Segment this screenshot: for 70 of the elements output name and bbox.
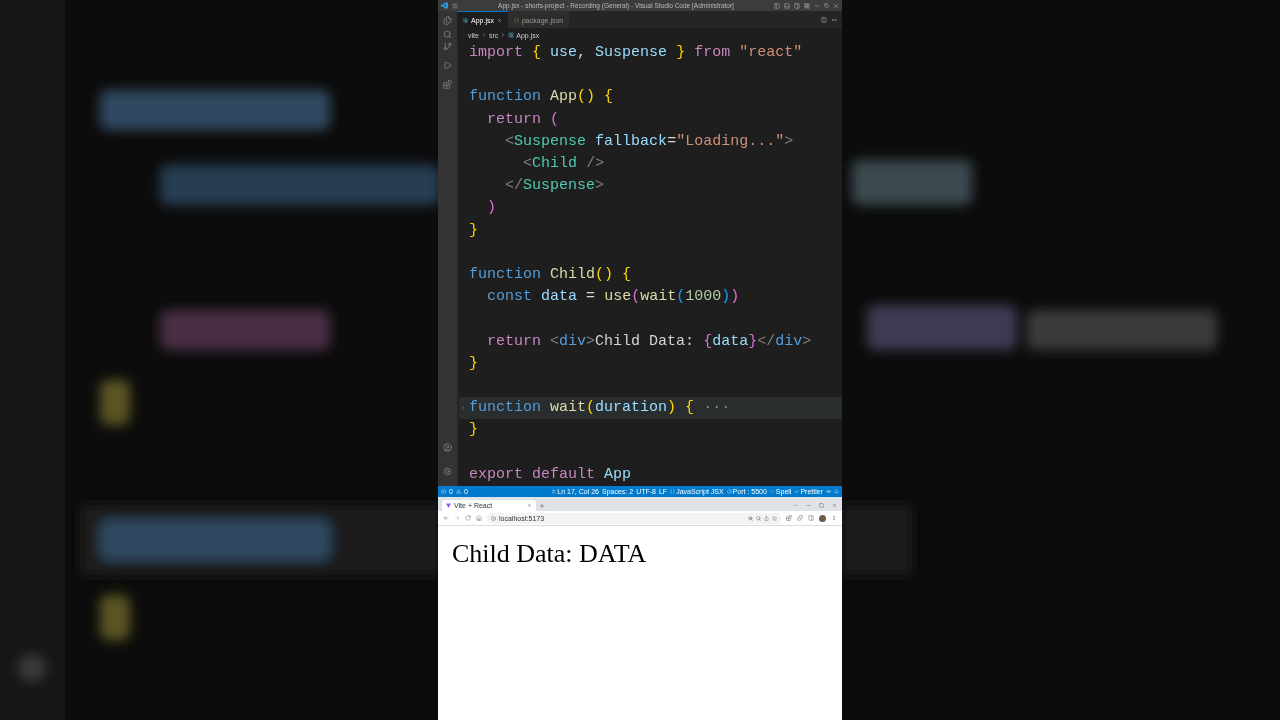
code-line: return <div>Child Data: {data}</div>	[486, 332, 812, 351]
layout-icon[interactable]	[804, 2, 810, 9]
code-line: const data = use(wait(1000))	[486, 288, 740, 307]
close-icon[interactable]	[832, 503, 837, 508]
code-line: }	[469, 221, 478, 240]
forward-icon[interactable]	[454, 515, 460, 521]
code-line: function wait(duration) { ···	[469, 399, 731, 418]
error-icon	[441, 489, 446, 494]
person-icon	[551, 489, 557, 494]
settings-icon[interactable]	[443, 467, 452, 476]
bell-icon[interactable]	[834, 489, 839, 494]
chevron-icon	[480, 32, 487, 38]
code-line: function App() {	[469, 88, 614, 107]
chevron-icon	[500, 32, 507, 38]
braces-icon	[513, 17, 519, 23]
avatar-icon[interactable]	[819, 514, 826, 522]
page-text: Child Data: DATA	[452, 539, 647, 568]
menu-icon[interactable]	[452, 2, 458, 9]
share-icon[interactable]	[764, 515, 769, 521]
home-icon[interactable]	[476, 515, 482, 521]
code-line: return (	[486, 110, 560, 129]
code-line: )	[486, 199, 497, 218]
code-line: </Suspense>	[504, 177, 605, 196]
puzzle-icon[interactable]	[797, 515, 803, 521]
search-icon[interactable]	[443, 30, 452, 39]
broadcast-icon[interactable]	[826, 489, 831, 494]
code-line: <Suspense fallback="Loading...">	[504, 132, 794, 151]
react-icon	[463, 17, 468, 23]
code-line: <Child />	[522, 155, 605, 174]
kebab-menu-icon[interactable]	[831, 515, 837, 521]
files-icon[interactable]	[443, 16, 452, 25]
back-icon[interactable]	[443, 515, 449, 521]
star-icon[interactable]	[772, 515, 777, 521]
braces-icon	[670, 489, 676, 494]
maximize-icon[interactable]	[819, 503, 824, 508]
warning-icon	[455, 489, 461, 494]
code-line: }	[469, 421, 478, 440]
zoom-icon[interactable]	[748, 515, 753, 521]
restore-icon[interactable]	[824, 3, 829, 8]
close-icon[interactable]	[527, 503, 532, 508]
code-line: import { use, Suspense } from "react"	[469, 44, 803, 63]
more-icon[interactable]	[831, 16, 837, 23]
check-icon	[769, 489, 775, 494]
vite-icon	[446, 503, 451, 508]
side-panel-icon[interactable]	[808, 515, 814, 521]
search-icon[interactable]	[756, 515, 761, 521]
close-icon[interactable]	[496, 17, 502, 23]
code-line: }	[469, 354, 478, 373]
fold-chevron-icon[interactable]	[460, 405, 466, 411]
react-icon	[508, 32, 515, 38]
double-check-icon	[794, 489, 800, 494]
secondary-sidebar-icon[interactable]	[794, 2, 800, 9]
branch-icon[interactable]	[443, 42, 452, 51]
logo-icon	[441, 2, 448, 9]
port-icon	[726, 489, 732, 494]
minimize-icon[interactable]	[814, 2, 820, 9]
info-icon	[491, 515, 496, 521]
extensions-icon[interactable]	[443, 80, 452, 89]
split-editor-icon[interactable]	[821, 16, 827, 23]
reload-icon[interactable]	[465, 515, 471, 521]
code-line: export default App	[469, 465, 632, 484]
new-tab-icon[interactable]	[539, 502, 545, 509]
minimize-icon[interactable]	[806, 503, 811, 508]
panel-toggle-icon[interactable]	[784, 2, 790, 9]
run-icon[interactable]	[443, 61, 452, 70]
code-line: function Child() {	[469, 265, 632, 284]
sidebar-toggle-icon[interactable]	[774, 2, 780, 9]
chevron-down-icon[interactable]	[793, 503, 798, 508]
account-icon[interactable]	[443, 443, 452, 452]
extension-icon[interactable]	[786, 515, 792, 521]
